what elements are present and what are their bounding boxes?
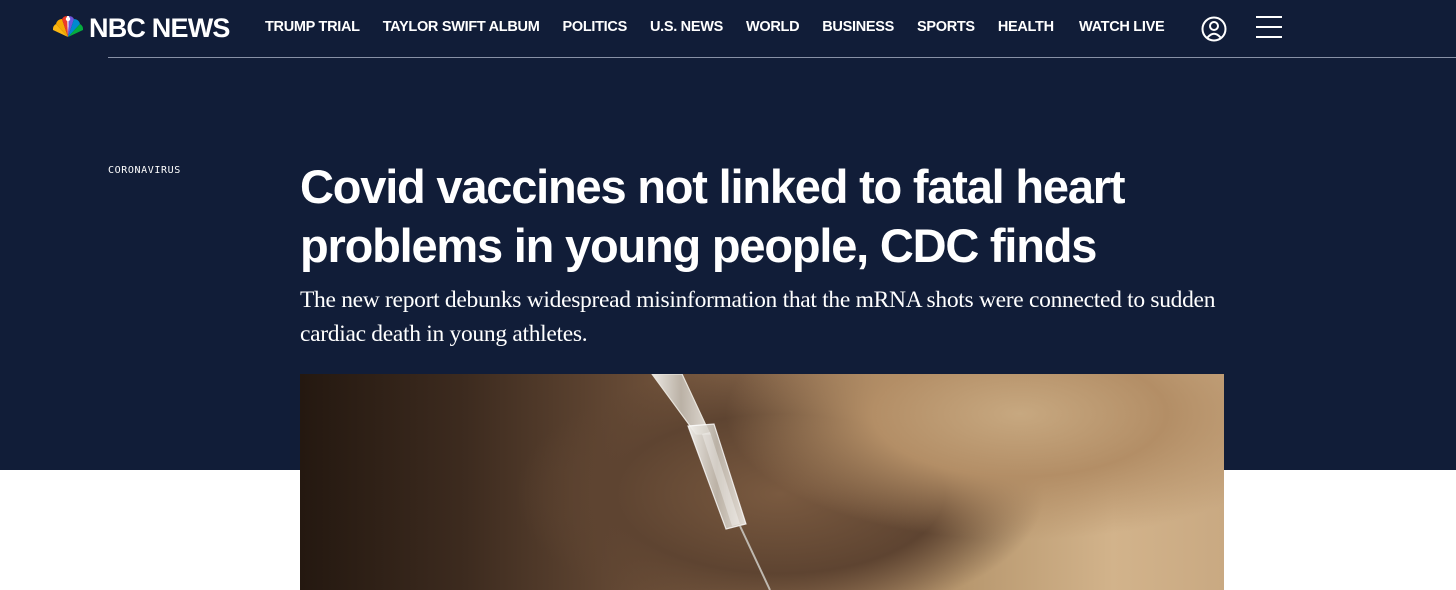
peacock-icon <box>52 16 84 37</box>
hamburger-menu-icon <box>1256 36 1282 38</box>
hero-image <box>300 374 1224 590</box>
brand-name: NBC NEWS <box>89 12 230 43</box>
menu-button[interactable] <box>1256 16 1282 40</box>
nav-link-world[interactable]: WORLD <box>746 19 800 35</box>
nav-link-taylor-swift-album[interactable]: TAYLOR SWIFT ALBUM <box>383 19 540 35</box>
nbc-news-logo[interactable]: NBC NEWS <box>51 11 230 45</box>
nav-link-trump-trial[interactable]: TRUMP TRIAL <box>265 19 360 35</box>
hamburger-menu-icon <box>1256 26 1282 28</box>
nav-link-politics[interactable]: POLITICS <box>562 19 627 35</box>
hamburger-menu-icon <box>1256 16 1282 18</box>
account-button[interactable] <box>1200 15 1228 43</box>
user-circle-icon <box>1201 16 1227 42</box>
article-headline: Covid vaccines not linked to fatal heart… <box>300 160 1126 272</box>
nav-link-health[interactable]: HEALTH <box>998 19 1054 35</box>
syringe-illustration <box>651 374 771 590</box>
watch-live-link[interactable]: WATCH LIVE <box>1079 19 1165 35</box>
category-label[interactable]: CORONAVIRUS <box>108 165 181 176</box>
nav-divider <box>108 57 1456 58</box>
section-nav: TRUMP TRIAL TAYLOR SWIFT ALBUM POLITICS … <box>265 19 1077 35</box>
nav-link-business[interactable]: BUSINESS <box>822 19 894 35</box>
nav-link-us-news[interactable]: U.S. NEWS <box>650 19 723 35</box>
article-dek: The new report debunks widespread misinf… <box>300 287 1216 347</box>
top-navigation: NBC NEWS TRUMP TRIAL TAYLOR SWIFT ALBUM … <box>0 0 1456 57</box>
nav-link-sports[interactable]: SPORTS <box>917 19 975 35</box>
